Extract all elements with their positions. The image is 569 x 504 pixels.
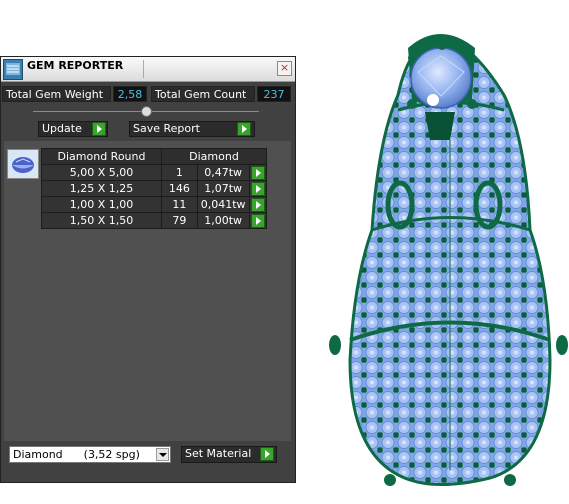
set-material-button-label: Set Material (185, 447, 252, 460)
material-select-value: Diamond (3,52 spg) (13, 448, 140, 461)
total-gem-weight-value: 2,58 (113, 86, 147, 102)
table-row[interactable]: 1,00 X 1,00 11 0,041tw (41, 196, 268, 213)
play-arrow-icon[interactable] (237, 122, 251, 136)
row-action-cell (248, 212, 268, 229)
gem-weight-cell: 1,07tw (196, 180, 250, 197)
app-logo-icon (3, 59, 23, 80)
play-arrow-icon[interactable] (92, 122, 106, 136)
gem-reporter-panel: GEM REPORTER × Total Gem Weight 2,58 Tot… (0, 56, 296, 483)
table-row[interactable]: 1,50 X 1,50 79 1,00tw (41, 212, 268, 229)
gem-icon (7, 149, 39, 179)
gem-weight-cell: 1,00tw (196, 212, 250, 229)
slider-knob[interactable] (141, 106, 152, 117)
window-title: GEM REPORTER (27, 59, 124, 72)
row-action-cell (248, 180, 268, 197)
gem-list-area: Diamond Round Diamond 5,00 X 5,00 1 0,47… (4, 141, 291, 441)
save-report-button-label: Save Report (133, 122, 200, 135)
play-arrow-icon[interactable] (250, 165, 265, 180)
gem-count-cell: 146 (161, 180, 198, 197)
gem-weight-cell: 0,47tw (196, 164, 250, 181)
ring-3d-viewport[interactable] (300, 0, 569, 504)
table-row[interactable]: 5,00 X 5,00 1 0,47tw (41, 164, 268, 181)
gem-table-header: Diamond Round Diamond (41, 148, 267, 165)
title-separator (143, 60, 144, 78)
material-select[interactable]: Diamond (3,52 spg) (9, 446, 171, 463)
close-icon[interactable]: × (277, 61, 292, 76)
dropdown-arrow-icon[interactable] (156, 448, 169, 461)
column-header-type: Diamond Round (41, 148, 162, 165)
gem-size-cell: 1,25 X 1,25 (41, 180, 162, 197)
gem-count-cell: 1 (161, 164, 198, 181)
total-gem-count-value: 237 (257, 86, 291, 102)
gem-size-cell: 1,50 X 1,50 (41, 212, 162, 229)
title-bar[interactable]: GEM REPORTER × (1, 57, 295, 82)
gem-table: Diamond Round Diamond 5,00 X 5,00 1 0,47… (41, 148, 268, 229)
play-arrow-icon[interactable] (250, 197, 265, 212)
gem-count-cell: 79 (161, 212, 198, 229)
row-action-cell (248, 196, 268, 213)
column-header-material: Diamond (161, 148, 267, 165)
update-button-label: Update (42, 122, 82, 135)
gem-count-cell: 11 (161, 196, 198, 213)
gem-weight-cell: 0,041tw (196, 196, 250, 213)
play-arrow-icon[interactable] (250, 181, 265, 196)
play-arrow-icon[interactable] (260, 447, 274, 461)
gem-size-cell: 1,00 X 1,00 (41, 196, 162, 213)
table-row[interactable]: 1,25 X 1,25 146 1,07tw (41, 180, 268, 197)
play-arrow-icon[interactable] (250, 213, 265, 228)
total-gem-count-label: Total Gem Count (151, 86, 255, 102)
row-action-cell (248, 164, 268, 181)
gem-size-cell: 5,00 X 5,00 (41, 164, 162, 181)
total-gem-weight-label: Total Gem Weight (2, 86, 111, 102)
